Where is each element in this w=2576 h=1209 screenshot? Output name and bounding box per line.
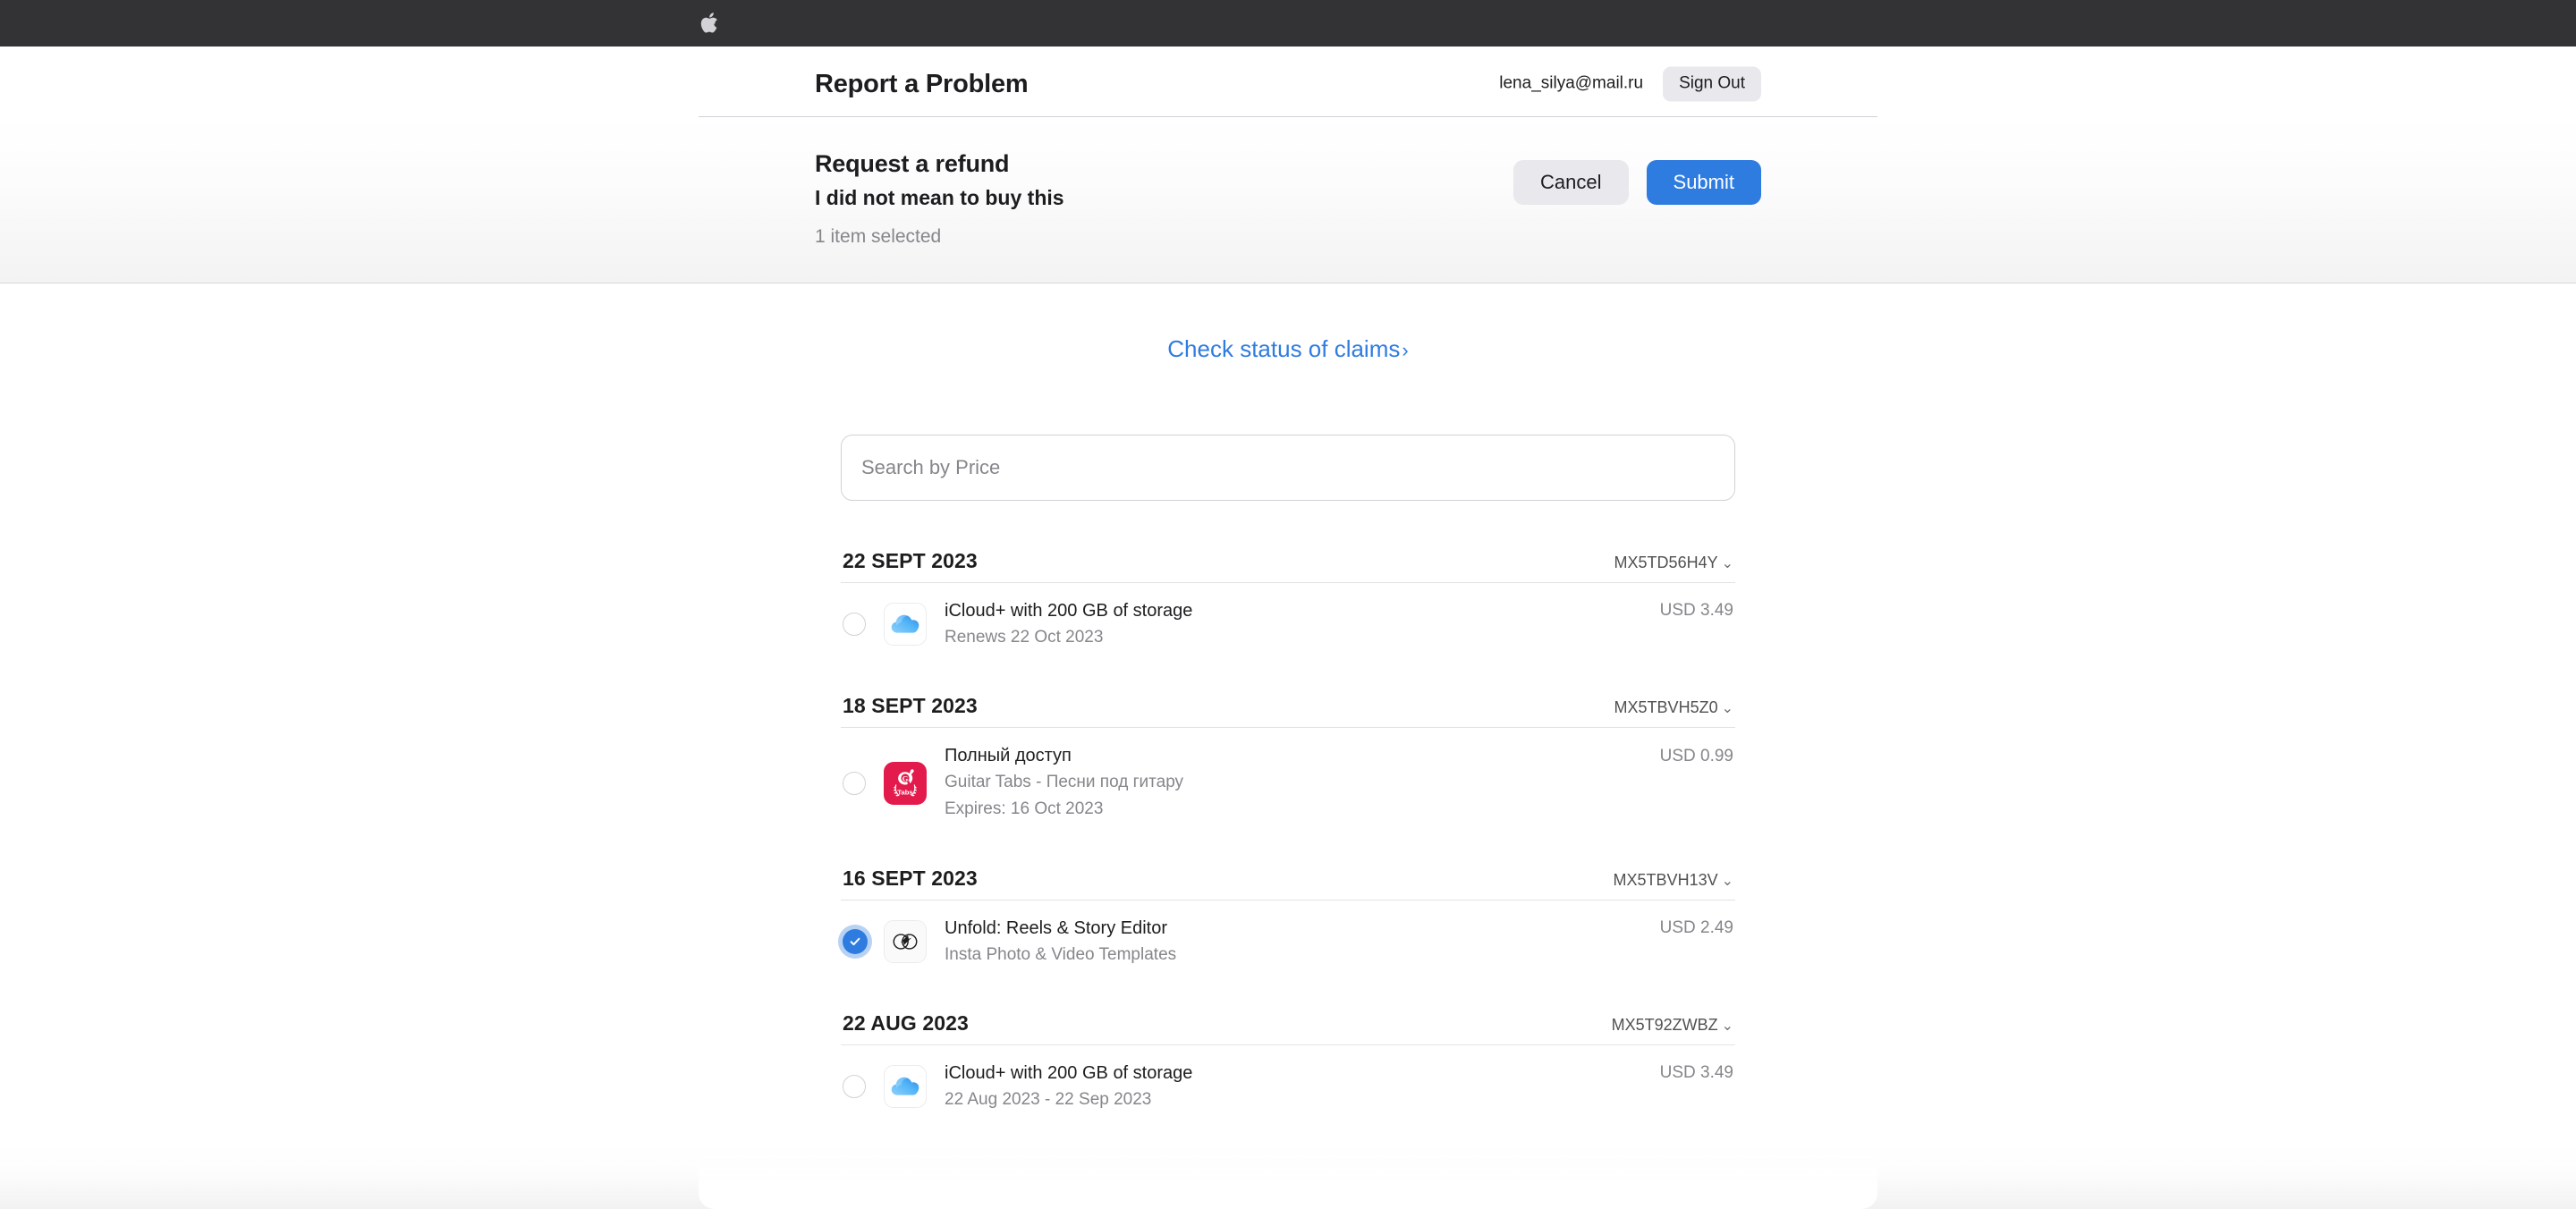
claims-link-label: Check status of claims <box>1167 334 1401 362</box>
purchase-item-price: USD 3.49 <box>1659 600 1733 620</box>
chevron-down-icon: ⌄ <box>1721 555 1733 571</box>
purchase-item-title: iCloud+ with 200 GB of storage <box>945 1063 1193 1084</box>
page-header: Report a Problem lena_silya@mail.ru Sign… <box>0 46 2576 116</box>
submit-button[interactable]: Submit <box>1646 160 1761 206</box>
purchase-group-date: 18 SEPT 2023 <box>843 694 978 718</box>
checkmark-icon <box>843 928 868 954</box>
order-id-toggle[interactable]: MX5TBVH5Z0 ⌄ <box>1614 698 1733 717</box>
cancel-button[interactable]: Cancel <box>1513 160 1629 206</box>
purchase-item-details: iCloud+ with 200 GB of storage 22 Aug 202… <box>945 1061 1639 1112</box>
purchase-group-header: 16 SEPT 2023 MX5TBVH13V ⌄ <box>841 841 1735 900</box>
purchase-item-subtitle: Renews 22 Oct 2023 <box>945 627 1104 647</box>
purchase-item-subtitle: 22 Aug 2023 - 22 Sep 2023 <box>945 1090 1152 1110</box>
purchase-item-details: iCloud+ with 200 GB of storage Renews 22 … <box>945 599 1639 650</box>
icloud-icon <box>884 603 927 647</box>
global-nav-bar <box>0 0 2576 46</box>
svg-text:G: G <box>902 774 909 782</box>
order-id-toggle[interactable]: MX5TD56H4Y ⌄ <box>1614 554 1733 572</box>
unselected-radio-icon <box>843 771 866 795</box>
purchase-item-subtitle: Guitar Tabs - Песни под гитару <box>945 773 1184 792</box>
icloud-icon <box>884 1065 927 1109</box>
purchase-item-row[interactable]: iCloud+ with 200 GB of storage 22 Aug 202… <box>841 1045 1735 1129</box>
purchase-group-date: 22 SEPT 2023 <box>843 548 978 572</box>
purchase-list: 22 SEPT 2023 MX5TD56H4Y ⌄ iCloud+ with 200 … <box>841 524 1735 1129</box>
purchase-group: 22 SEPT 2023 MX5TD56H4Y ⌄ iCloud+ with 200 … <box>841 524 1735 666</box>
purchase-item-row[interactable]: Unfold: Reels & Story Editor Insta Photo … <box>841 900 1735 984</box>
order-id-toggle[interactable]: MX5TBVH13V ⌄ <box>1614 871 1733 890</box>
purchase-item-details: Полный доступ Guitar Tabs - Песни под гит… <box>945 744 1639 821</box>
bottom-scroll-fade <box>0 1145 2576 1209</box>
purchase-group: 16 SEPT 2023 MX5TBVH13V ⌄ Unfold: Reels & S… <box>841 841 1735 984</box>
account-email: lena_silya@mail.ru <box>1499 73 1644 93</box>
purchase-item-title: iCloud+ with 200 GB of storage <box>945 600 1193 621</box>
purchase-item-title: Полный доступ <box>945 746 1072 766</box>
purchase-item-title: Unfold: Reels & Story Editor <box>945 917 1167 938</box>
search-container <box>841 434 1735 501</box>
chevron-down-icon: ⌄ <box>1721 1019 1733 1035</box>
item-select-checkbox[interactable] <box>843 928 884 954</box>
svg-text:Tabs: Tabs <box>897 788 912 796</box>
page-title: Report a Problem <box>815 69 1029 98</box>
purchase-group-date: 22 AUG 2023 <box>843 1011 969 1036</box>
sign-out-button[interactable]: Sign Out <box>1663 66 1761 102</box>
check-status-of-claims-link[interactable]: Check status of claims› <box>1167 335 1408 363</box>
purchase-item-price: USD 2.49 <box>1659 917 1733 937</box>
item-select-checkbox[interactable] <box>843 771 884 795</box>
purchase-item-price: USD 3.49 <box>1659 1063 1733 1083</box>
purchase-item-subtitle: Insta Photo & Video Templates <box>945 944 1177 964</box>
search-input[interactable] <box>841 434 1735 501</box>
purchase-item-details: Unfold: Reels & Story Editor Insta Photo … <box>945 917 1639 968</box>
refund-action-buttons: Cancel Submit <box>1513 160 1761 206</box>
order-id-toggle[interactable]: MX5T92ZWBZ ⌄ <box>1612 1016 1733 1035</box>
purchase-item-row[interactable]: G Tabs Полный доступ Guitar Tabs - Песни по… <box>841 728 1735 837</box>
refund-selection-count: 1 item selected <box>815 225 942 247</box>
order-id-label: MX5TD56H4Y <box>1614 553 1718 571</box>
header-account-area: lena_silya@mail.ru Sign Out <box>1499 66 1761 102</box>
chevron-right-icon: › <box>1402 338 1409 361</box>
item-select-checkbox[interactable] <box>843 1075 884 1099</box>
unselected-radio-icon <box>843 613 866 637</box>
purchase-group: 22 AUG 2023 MX5T92ZWBZ ⌄ iCloud+ with 200 G… <box>841 986 1735 1129</box>
chevron-down-icon: ⌄ <box>1721 701 1733 717</box>
guitar-tabs-icon: G Tabs <box>884 761 927 805</box>
purchase-group-header: 22 SEPT 2023 MX5TD56H4Y ⌄ <box>841 524 1735 582</box>
purchase-group: 18 SEPT 2023 MX5TBVH5Z0 ⌄ G Tabs Полный досту… <box>841 669 1735 837</box>
unfold-icon <box>884 919 927 963</box>
order-id-label: MX5TBVH5Z0 <box>1614 698 1718 717</box>
claims-status-row: Check status of claims› <box>0 283 2576 363</box>
purchase-item-expiry: Expires: 16 Oct 2023 <box>945 799 1104 819</box>
unselected-radio-icon <box>843 1075 866 1099</box>
purchase-item-row[interactable]: iCloud+ with 200 GB of storage Renews 22 … <box>841 583 1735 666</box>
refund-request-banner: Request a refund I did not mean to buy t… <box>0 117 2576 283</box>
item-select-checkbox[interactable] <box>843 613 884 637</box>
order-id-label: MX5T92ZWBZ <box>1611 1016 1718 1035</box>
purchase-group-header: 18 SEPT 2023 MX5TBVH5Z0 ⌄ <box>841 669 1735 727</box>
apple-logo-icon[interactable] <box>698 10 721 37</box>
purchase-group-header: 22 AUG 2023 MX5T92ZWBZ ⌄ <box>841 986 1735 1044</box>
chevron-down-icon: ⌄ <box>1721 873 1733 889</box>
purchase-item-price: USD 0.99 <box>1659 747 1733 766</box>
purchase-group-date: 16 SEPT 2023 <box>843 866 978 890</box>
order-id-label: MX5TBVH13V <box>1613 870 1718 889</box>
